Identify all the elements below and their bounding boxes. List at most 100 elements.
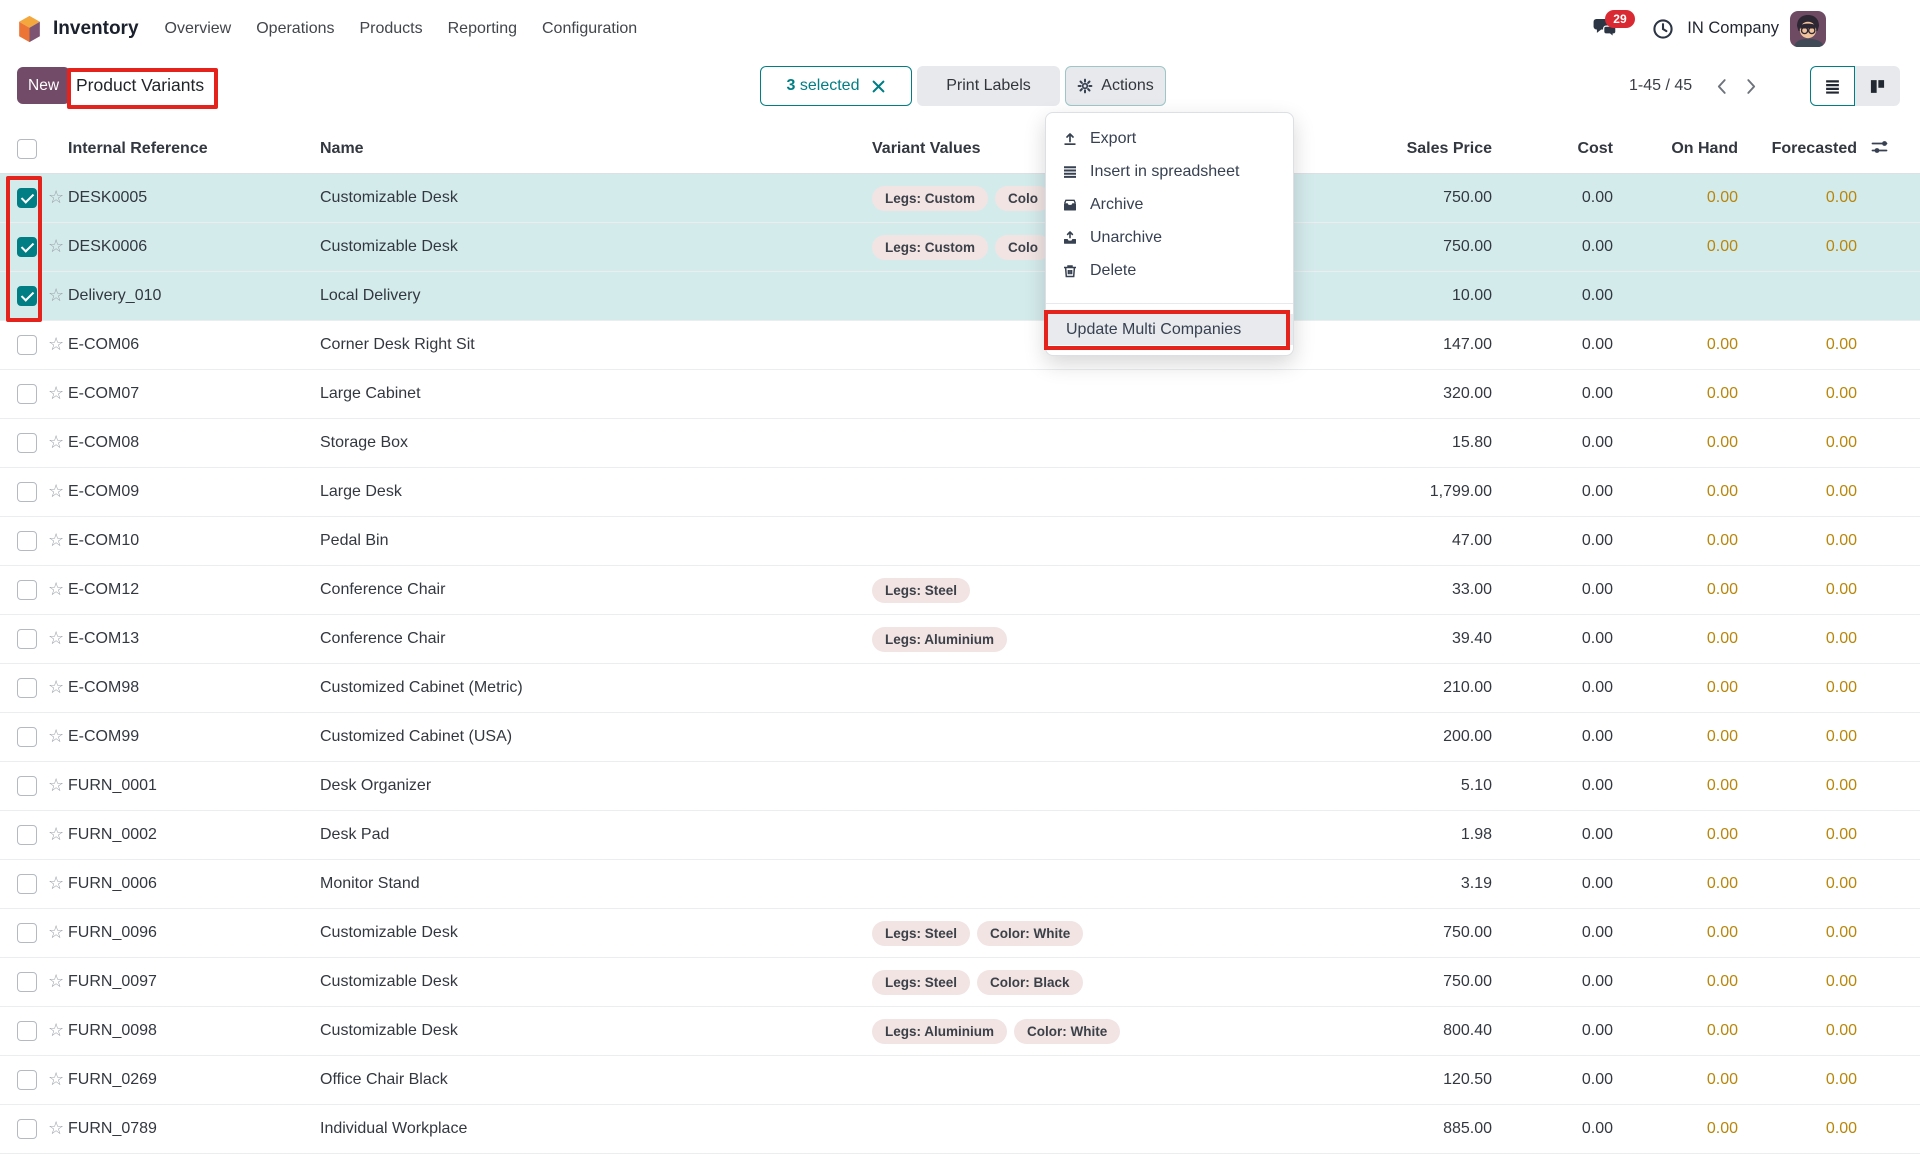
favorite-star-icon[interactable]: ☆ bbox=[44, 1118, 64, 1138]
table-row[interactable]: ☆FURN_0789Individual Workplace885.000.00… bbox=[0, 1105, 1920, 1154]
clear-selection-icon[interactable] bbox=[872, 80, 885, 93]
table-row[interactable]: ☆FURN_0269Office Chair Black120.500.000.… bbox=[0, 1056, 1920, 1105]
menu-item-products[interactable]: Products bbox=[359, 20, 422, 38]
activities-clock-icon[interactable] bbox=[1652, 18, 1674, 40]
cell-internal-reference: E-COM12 bbox=[68, 581, 320, 599]
row-checkbox[interactable] bbox=[17, 1021, 37, 1041]
table-row[interactable]: ☆FURN_0006Monitor Stand3.190.000.000.00 bbox=[0, 860, 1920, 909]
row-checkbox[interactable] bbox=[17, 580, 37, 600]
favorite-star-icon[interactable]: ☆ bbox=[44, 1020, 64, 1040]
row-checkbox[interactable] bbox=[17, 972, 37, 992]
favorite-star-icon[interactable]: ☆ bbox=[44, 432, 64, 452]
column-header-on-hand[interactable]: On Hand bbox=[1613, 140, 1738, 158]
menu-item-configuration[interactable]: Configuration bbox=[542, 20, 637, 38]
table-row[interactable]: ☆E-COM08Storage Box15.800.000.000.00 bbox=[0, 419, 1920, 468]
column-header-cost[interactable]: Cost bbox=[1492, 140, 1613, 158]
favorite-star-icon[interactable]: ☆ bbox=[44, 187, 64, 207]
favorite-star-icon[interactable]: ☆ bbox=[44, 579, 64, 599]
row-checkbox[interactable] bbox=[17, 629, 37, 649]
row-checkbox[interactable] bbox=[17, 678, 37, 698]
messages-icon[interactable]: 29 bbox=[1593, 18, 1618, 39]
table-row[interactable]: ☆DESK0005Customizable DeskLegs: CustomCo… bbox=[0, 174, 1920, 223]
table-row[interactable]: ☆E-COM10Pedal Bin47.000.000.000.00 bbox=[0, 517, 1920, 566]
favorite-star-icon[interactable]: ☆ bbox=[44, 334, 64, 354]
favorite-star-icon[interactable]: ☆ bbox=[44, 236, 64, 256]
menu-item-archive[interactable]: Archive bbox=[1046, 188, 1293, 221]
favorite-star-icon[interactable]: ☆ bbox=[44, 383, 64, 403]
menu-item-unarchive[interactable]: Unarchive bbox=[1046, 221, 1293, 254]
table-row[interactable]: ☆E-COM99Customized Cabinet (USA)200.000.… bbox=[0, 713, 1920, 762]
row-checkbox[interactable] bbox=[17, 923, 37, 943]
row-checkbox[interactable] bbox=[17, 237, 37, 257]
favorite-star-icon[interactable]: ☆ bbox=[44, 922, 64, 942]
row-checkbox[interactable] bbox=[17, 188, 37, 208]
menu-item-insert-in-spreadsheet[interactable]: Insert in spreadsheet bbox=[1046, 155, 1293, 188]
cell-cost: 0.00 bbox=[1492, 924, 1613, 942]
list-view-button[interactable] bbox=[1810, 66, 1855, 106]
inventory-app-logo-icon[interactable] bbox=[16, 15, 43, 43]
table-row[interactable]: ☆E-COM98Customized Cabinet (Metric)210.0… bbox=[0, 664, 1920, 713]
row-checkbox[interactable] bbox=[17, 1070, 37, 1090]
favorite-star-icon[interactable]: ☆ bbox=[44, 971, 64, 991]
table-row[interactable]: ☆FURN_0097Customizable DeskLegs: SteelCo… bbox=[0, 958, 1920, 1007]
table-row[interactable]: ☆E-COM06Corner Desk Right Sit147.000.000… bbox=[0, 321, 1920, 370]
menu-item-update-multi-companies[interactable]: Update Multi Companies bbox=[1046, 314, 1293, 345]
row-checkbox[interactable] bbox=[17, 727, 37, 747]
table-row[interactable]: ☆E-COM13Conference ChairLegs: Aluminium3… bbox=[0, 615, 1920, 664]
favorite-star-icon[interactable]: ☆ bbox=[44, 726, 64, 746]
table-row[interactable]: ☆FURN_0002Desk Pad1.980.000.000.00 bbox=[0, 811, 1920, 860]
favorite-star-icon[interactable]: ☆ bbox=[44, 481, 64, 501]
favorite-star-icon[interactable]: ☆ bbox=[44, 285, 64, 305]
row-checkbox[interactable] bbox=[17, 874, 37, 894]
menu-item-overview[interactable]: Overview bbox=[165, 20, 232, 38]
row-checkbox[interactable] bbox=[17, 286, 37, 306]
table-row[interactable]: ☆DESK0006Customizable DeskLegs: CustomCo… bbox=[0, 223, 1920, 272]
actions-button[interactable]: Actions bbox=[1065, 66, 1166, 106]
row-star-cell: ☆ bbox=[44, 531, 68, 551]
user-avatar[interactable] bbox=[1790, 11, 1826, 47]
menu-item-delete[interactable]: Delete bbox=[1046, 254, 1293, 287]
favorite-star-icon[interactable]: ☆ bbox=[44, 775, 64, 795]
column-options-sliders-icon[interactable] bbox=[1871, 139, 1891, 160]
favorite-star-icon[interactable]: ☆ bbox=[44, 530, 64, 550]
table-row[interactable]: ☆FURN_0098Customizable DeskLegs: Alumini… bbox=[0, 1007, 1920, 1056]
row-checkbox[interactable] bbox=[17, 776, 37, 796]
column-header-name[interactable]: Name bbox=[320, 140, 872, 158]
table-row[interactable]: ☆FURN_0001Desk Organizer5.100.000.000.00 bbox=[0, 762, 1920, 811]
favorite-star-icon[interactable]: ☆ bbox=[44, 628, 64, 648]
row-checkbox[interactable] bbox=[17, 531, 37, 551]
row-checkbox[interactable] bbox=[17, 433, 37, 453]
menu-item-export[interactable]: Export bbox=[1046, 122, 1293, 155]
row-checkbox-cell bbox=[0, 923, 44, 943]
table-row[interactable]: ☆E-COM07Large Cabinet320.000.000.000.00 bbox=[0, 370, 1920, 419]
row-star-cell: ☆ bbox=[44, 923, 68, 943]
table-row[interactable]: ☆FURN_0096Customizable DeskLegs: SteelCo… bbox=[0, 909, 1920, 958]
table-row[interactable]: ☆Delivery_010Local Delivery10.000.00 bbox=[0, 272, 1920, 321]
print-labels-button[interactable]: Print Labels bbox=[917, 66, 1060, 106]
row-checkbox[interactable] bbox=[17, 825, 37, 845]
table-row[interactable]: ☆E-COM12Conference ChairLegs: Steel33.00… bbox=[0, 566, 1920, 615]
favorite-star-icon[interactable]: ☆ bbox=[44, 824, 64, 844]
select-all-checkbox[interactable] bbox=[17, 139, 37, 159]
row-checkbox[interactable] bbox=[17, 384, 37, 404]
column-header-sales-price[interactable]: Sales Price bbox=[1370, 140, 1492, 158]
row-checkbox[interactable] bbox=[17, 1119, 37, 1139]
column-header-forecasted[interactable]: Forecasted bbox=[1738, 140, 1857, 158]
table-row[interactable]: ☆E-COM09Large Desk1,799.000.000.000.00 bbox=[0, 468, 1920, 517]
cell-on-hand: 0.00 bbox=[1613, 1120, 1738, 1138]
row-star-cell: ☆ bbox=[44, 482, 68, 502]
app-name[interactable]: Inventory bbox=[53, 18, 139, 40]
menu-item-operations[interactable]: Operations bbox=[256, 20, 334, 38]
company-selector[interactable]: IN Company bbox=[1687, 19, 1779, 38]
kanban-view-button[interactable] bbox=[1855, 66, 1900, 106]
new-button[interactable]: New bbox=[17, 67, 70, 104]
favorite-star-icon[interactable]: ☆ bbox=[44, 873, 64, 893]
favorite-star-icon[interactable]: ☆ bbox=[44, 1069, 64, 1089]
pager-next-icon[interactable] bbox=[1736, 66, 1766, 106]
menu-item-reporting[interactable]: Reporting bbox=[448, 20, 517, 38]
row-checkbox[interactable] bbox=[17, 482, 37, 502]
row-checkbox[interactable] bbox=[17, 335, 37, 355]
column-header-internal-reference[interactable]: Internal Reference bbox=[68, 140, 320, 158]
pager-previous-icon[interactable] bbox=[1706, 66, 1736, 106]
favorite-star-icon[interactable]: ☆ bbox=[44, 677, 64, 697]
